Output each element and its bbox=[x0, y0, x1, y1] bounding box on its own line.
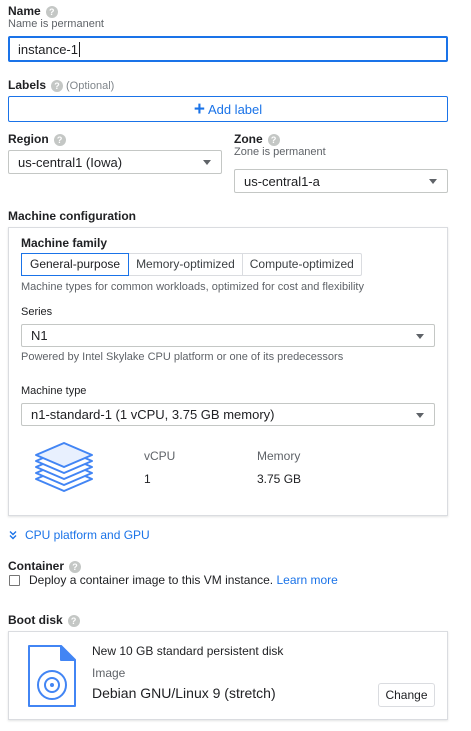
memory-header: Memory bbox=[257, 449, 301, 463]
plus-icon: + bbox=[193, 98, 205, 120]
help-icon[interactable]: ? bbox=[45, 6, 58, 18]
memory-value: 3.75 GB bbox=[257, 472, 302, 486]
machine-config-card: Machine family General-purpose Memory-op… bbox=[8, 227, 448, 516]
zone-label: Zone bbox=[234, 132, 263, 146]
series-select[interactable]: N1 bbox=[21, 324, 435, 347]
name-input[interactable]: instance-1 bbox=[8, 36, 448, 62]
series-label: Series bbox=[21, 306, 53, 318]
container-checkbox-label: Deploy a container image to this VM inst… bbox=[29, 573, 338, 587]
cpu-platform-gpu-link[interactable]: CPU platform and GPU bbox=[8, 528, 150, 542]
region-value: us-central1 (Iowa) bbox=[18, 154, 123, 170]
disk-icon bbox=[28, 645, 76, 707]
help-icon[interactable]: ? bbox=[67, 615, 80, 627]
series-desc: Powered by Intel Skylake CPU platform or… bbox=[21, 351, 344, 363]
add-label-text: Add label bbox=[207, 101, 263, 117]
tab-memory-optimized[interactable]: Memory-optimized bbox=[129, 254, 243, 275]
dropdown-caret-icon bbox=[416, 333, 424, 339]
machine-type-value: n1-standard-1 (1 vCPU, 3.75 GB memory) bbox=[31, 407, 275, 422]
container-label-row: Container? bbox=[8, 559, 82, 573]
help-icon[interactable]: ? bbox=[51, 80, 64, 92]
text-cursor bbox=[78, 41, 80, 57]
boot-disk-card: New 10 GB standard persistent disk Image… bbox=[8, 631, 448, 720]
name-label-row: Name? bbox=[8, 4, 58, 18]
vcpu-value: 1 bbox=[144, 472, 151, 486]
machine-type-label: Machine type bbox=[21, 385, 87, 397]
container-label: Container bbox=[8, 559, 65, 573]
boot-disk-image-value: Debian GNU/Linux 9 (stretch) bbox=[92, 685, 276, 701]
machine-family-tabs: General-purpose Memory-optimized Compute… bbox=[21, 253, 362, 276]
zone-value: us-central1-a bbox=[244, 173, 320, 189]
dropdown-caret-icon bbox=[416, 412, 424, 418]
chevron-double-down-icon bbox=[9, 531, 17, 540]
zone-hint: Zone is permanent bbox=[234, 146, 326, 158]
labels-optional: (Optional) bbox=[66, 80, 115, 92]
region-select[interactable]: us-central1 (Iowa) bbox=[8, 150, 222, 174]
dropdown-caret-icon bbox=[203, 160, 211, 165]
name-hint: Name is permanent bbox=[8, 18, 104, 30]
region-label-row: Region? bbox=[8, 132, 66, 146]
machine-family-desc: Machine types for common workloads, opti… bbox=[21, 281, 364, 293]
boot-disk-label-row: Boot disk? bbox=[8, 613, 80, 627]
help-icon[interactable]: ? bbox=[53, 134, 66, 146]
zone-select[interactable]: us-central1-a bbox=[234, 169, 448, 193]
learn-more-link[interactable]: Learn more bbox=[276, 573, 337, 587]
container-checkbox[interactable] bbox=[9, 575, 20, 586]
zone-label-row: Zone? bbox=[234, 132, 280, 146]
cpu-platform-gpu-text: CPU platform and GPU bbox=[25, 528, 150, 542]
machine-type-select[interactable]: n1-standard-1 (1 vCPU, 3.75 GB memory) bbox=[21, 403, 435, 426]
help-icon[interactable]: ? bbox=[69, 561, 82, 573]
dropdown-caret-icon bbox=[429, 179, 437, 184]
labels-label: Labels bbox=[8, 78, 47, 92]
series-value: N1 bbox=[31, 328, 48, 343]
add-label-button[interactable]: + Add label bbox=[8, 96, 448, 122]
name-input-value: instance-1 bbox=[18, 41, 78, 57]
boot-disk-title: New 10 GB standard persistent disk bbox=[92, 644, 284, 658]
labels-label-row: Labels? (Optional) bbox=[8, 78, 114, 92]
region-label: Region bbox=[8, 132, 49, 146]
tab-general-purpose[interactable]: General-purpose bbox=[21, 253, 130, 276]
boot-disk-label: Boot disk bbox=[8, 613, 63, 627]
help-icon[interactable]: ? bbox=[267, 134, 280, 146]
machine-stack-icon bbox=[35, 442, 93, 492]
container-checkbox-text: Deploy a container image to this VM inst… bbox=[29, 573, 274, 587]
boot-disk-image-label: Image bbox=[92, 666, 126, 680]
machine-config-heading: Machine configuration bbox=[8, 209, 137, 223]
change-button[interactable]: Change bbox=[378, 683, 435, 707]
machine-family-label: Machine family bbox=[21, 236, 108, 250]
tab-compute-optimized[interactable]: Compute-optimized bbox=[243, 254, 361, 275]
name-label: Name bbox=[8, 4, 41, 18]
vcpu-header: vCPU bbox=[144, 449, 176, 463]
